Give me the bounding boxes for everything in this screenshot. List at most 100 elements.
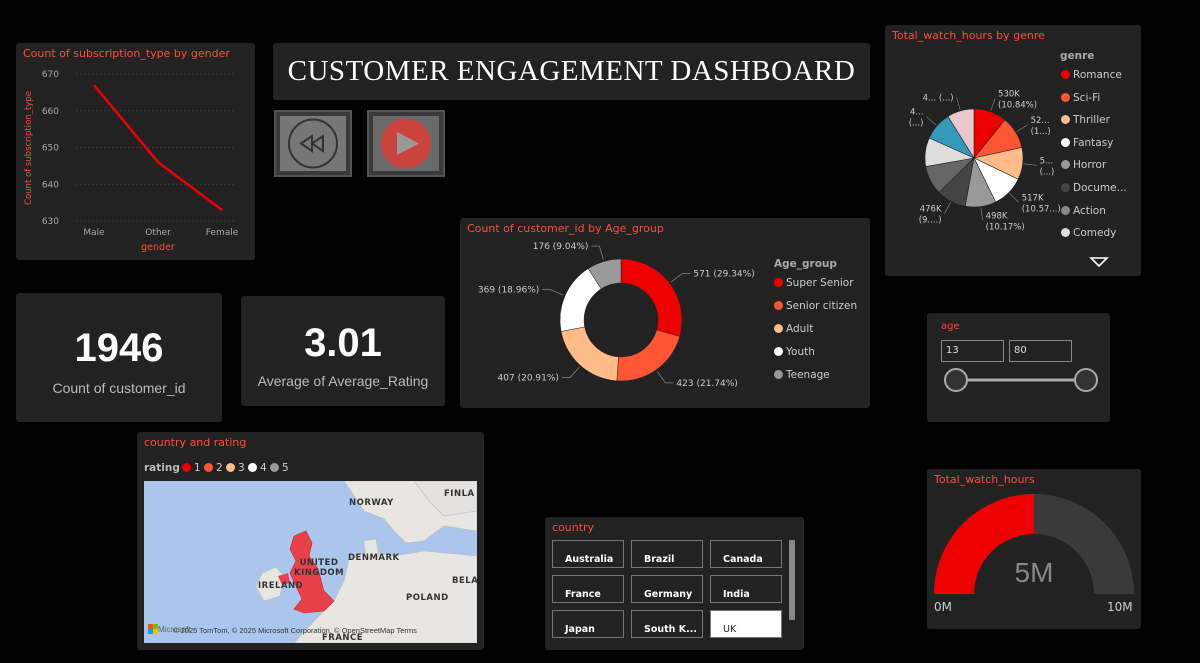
legend-label: Docume... [1073, 182, 1127, 194]
leader-line [1023, 163, 1037, 166]
leader-line [542, 289, 564, 296]
legend-item[interactable]: Adult [774, 323, 813, 335]
card-title: country and rating [144, 436, 247, 449]
country-button[interactable]: South K... [631, 610, 703, 638]
legend-label: Youth [786, 346, 815, 358]
data-label: 369 (18.96%) [478, 286, 539, 296]
leader-line [980, 207, 983, 221]
y-tick-label: 660 [42, 107, 59, 117]
data-label: 530K (10.84%) [998, 90, 1037, 111]
legend-item[interactable]: Docume... [1061, 182, 1127, 194]
data-label: 407 (20.91%) [498, 374, 559, 384]
legend-label: Senior citizen [786, 300, 858, 312]
map-place-label: IRELAND [258, 581, 304, 591]
x-tick-label: Male [83, 228, 105, 238]
country-button[interactable]: Canada [710, 540, 782, 568]
legend-item[interactable]: Sci-Fi [1061, 92, 1100, 104]
data-label: 5... (...) [1040, 156, 1055, 177]
gauge-value: 5M [1014, 557, 1054, 588]
legend-label: Sci-Fi [1073, 91, 1101, 104]
dashboard-title: CUSTOMER ENGAGEMENT DASHBOARD [287, 55, 856, 87]
legend-item[interactable]: Super Senior [774, 277, 854, 289]
map-view[interactable]: NORWAY FINLA UNITED KINGDOM DENMARK IRELAND B… [144, 481, 477, 643]
play-icon [381, 118, 431, 169]
card-title: age [941, 321, 960, 332]
legend-title: Age_group [774, 258, 837, 270]
leader-line [926, 116, 937, 126]
legend-item[interactable]: 2 [204, 462, 223, 474]
legend-item[interactable]: Teenage [774, 369, 830, 381]
legend-item[interactable]: 1 [182, 462, 201, 474]
legend-dot [204, 463, 213, 472]
slicer-scrollbar[interactable] [789, 540, 795, 620]
legend-dot [1061, 160, 1070, 170]
legend-item[interactable]: 3 [226, 462, 245, 474]
age-min-input[interactable]: 13 [941, 340, 1004, 362]
gender-line-chart-card: Count of subscription_type by gender 670… [16, 43, 255, 260]
age-max-input[interactable]: 80 [1009, 340, 1072, 362]
country-button[interactable]: Australia [552, 540, 624, 568]
map-attribution[interactable]: © 2025 TomTom, © 2025 Microsoft Corporat… [173, 626, 417, 635]
data-label: 423 (21.74%) [676, 379, 737, 389]
legend-label: Action [1073, 204, 1106, 217]
country-button[interactable]: Germany [631, 575, 703, 603]
country-button[interactable]: France [552, 575, 624, 603]
legend-label: 1 [194, 462, 201, 474]
country-button[interactable]: Brazil [631, 540, 703, 568]
age-max-handle[interactable] [1074, 368, 1098, 392]
legend-item[interactable]: Horror [1061, 159, 1106, 171]
legend-item[interactable]: Thriller [1061, 114, 1110, 126]
leader-line [956, 97, 961, 111]
y-tick-label: 630 [42, 217, 59, 227]
map-place-label: BELA [452, 576, 477, 586]
leader-line [944, 202, 951, 214]
legend-dot [774, 278, 783, 287]
data-label: 476K (9....) [919, 205, 942, 226]
country-button[interactable]: UK [710, 610, 782, 638]
leader-line [657, 371, 674, 384]
legend-item[interactable]: 4 [248, 462, 267, 474]
country-slicer-card: country Australia Brazil Canada France Germa… [545, 517, 804, 650]
legend-title: genre [1060, 50, 1095, 62]
legend-label: Thriller [1073, 114, 1110, 127]
leader-line [1016, 124, 1028, 132]
data-label: 4... (...) [909, 108, 924, 129]
card-title: country [552, 521, 595, 534]
map-place-label: NORWAY [349, 498, 394, 508]
legend-label: Romance [1073, 69, 1122, 81]
legend-item[interactable]: Comedy [1061, 227, 1116, 239]
legend-item[interactable]: 5 [270, 462, 289, 474]
legend-item[interactable]: Youth [774, 346, 815, 358]
legend-item[interactable]: Romance [1061, 69, 1122, 81]
line-chart: 670 660 650 640 630 Male Other Female gender Coun… [24, 70, 239, 253]
country-button[interactable]: Japan [552, 610, 624, 638]
kpi-average-rating-card: 3.01 Average of Average_Rating [241, 296, 445, 406]
x-tick-label: Other [145, 228, 171, 238]
country-rating-map-card: country and rating rating 1 2 3 4 5 NORWAY FI… [137, 432, 484, 650]
legend-label: 5 [282, 462, 289, 474]
x-axis-label: gender [141, 242, 175, 253]
legend-item[interactable]: Senior citizen [774, 300, 857, 312]
data-label: 517K (10.57...) [1022, 193, 1061, 214]
legend-label: 2 [216, 462, 223, 474]
leader-line [990, 98, 996, 111]
age-min-handle[interactable] [944, 368, 968, 392]
map-place-label: DENMARK [348, 553, 400, 563]
legend-label: Teenage [786, 369, 830, 381]
back-button[interactable] [274, 110, 352, 177]
chevron-down-icon[interactable] [1089, 256, 1109, 268]
play-button[interactable] [367, 110, 445, 177]
legend-dot [774, 370, 783, 379]
legend-item[interactable]: Fantasy [1061, 137, 1113, 149]
country-button[interactable]: India [710, 575, 782, 603]
legend-title: rating [144, 462, 180, 474]
legend-label: Super Senior [786, 277, 854, 289]
leader-line [1009, 192, 1019, 203]
data-label: 176 (9.04%) [533, 242, 589, 252]
legend-dot [774, 301, 783, 310]
rewind-icon [288, 118, 338, 169]
legend-label: Adult [786, 323, 814, 335]
legend-item[interactable]: Action [1061, 205, 1106, 217]
legend-label: Fantasy [1073, 136, 1114, 149]
kpi-label: Count of customer_id [52, 380, 186, 396]
